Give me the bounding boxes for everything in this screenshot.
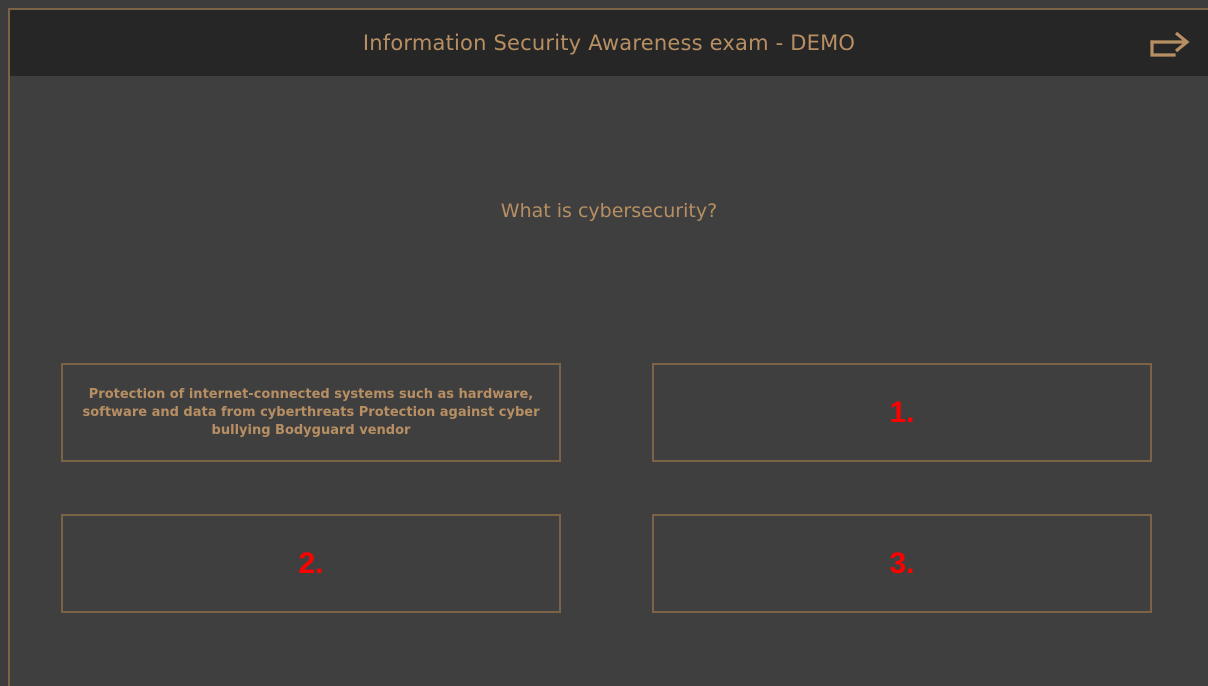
answer-option-a[interactable]: Protection of internet-connected systems… [61, 363, 561, 462]
answer-option-2-label: 2. [298, 546, 324, 580]
page-title: Information Security Awareness exam - DE… [362, 31, 856, 55]
answer-option-1-label: 1. [889, 395, 915, 429]
answer-option-2[interactable]: 2. [61, 514, 561, 613]
answer-option-3-label: 3. [889, 546, 915, 580]
answer-option-a-label: Protection of internet-connected systems… [82, 386, 540, 438]
exit-arrow-icon [1150, 31, 1190, 57]
answer-option-3[interactable]: 3. [652, 514, 1152, 613]
question-text: What is cybersecurity? [500, 200, 718, 222]
header-bar: Information Security Awareness exam - DE… [10, 10, 1208, 76]
exit-button[interactable] [1148, 29, 1194, 59]
answer-option-1[interactable]: 1. [652, 363, 1152, 462]
app-frame: Information Security Awareness exam - DE… [8, 8, 1208, 686]
